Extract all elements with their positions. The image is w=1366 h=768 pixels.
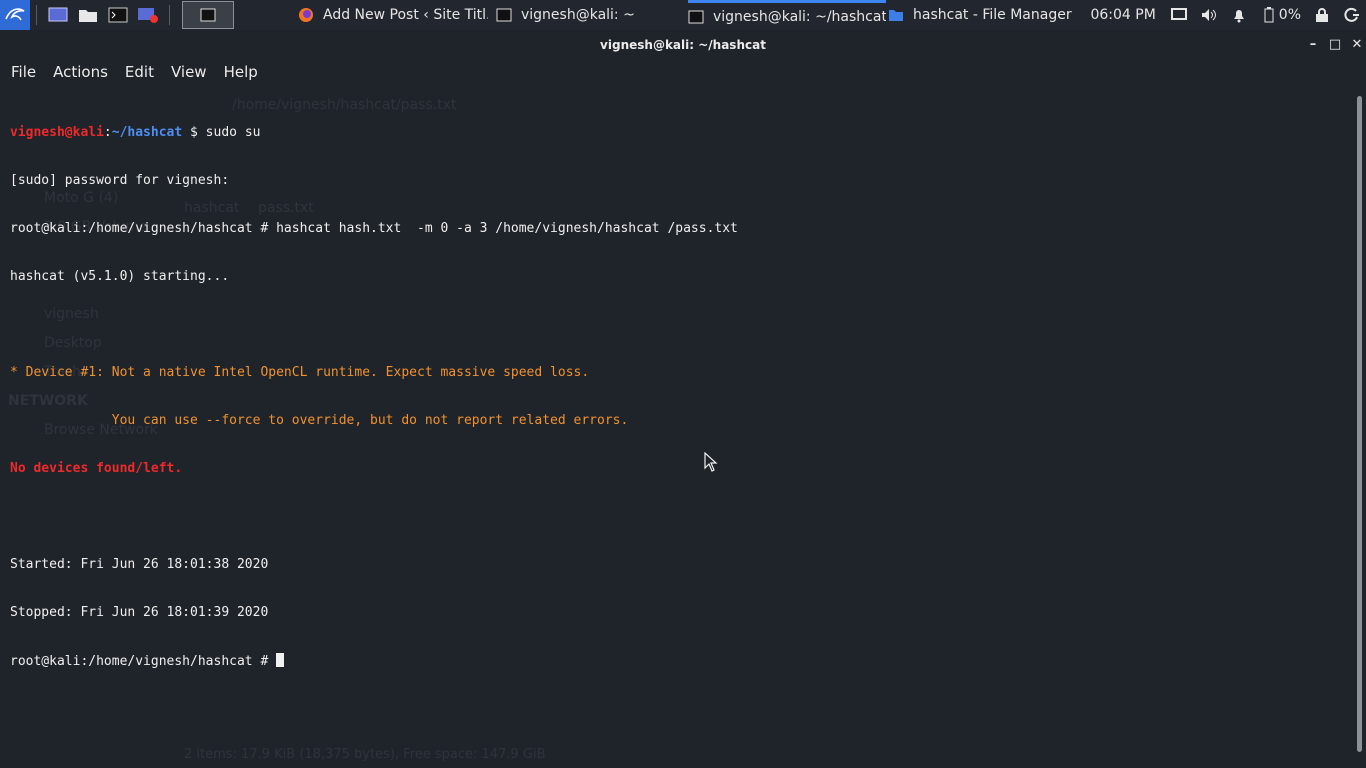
task-file-manager[interactable]: hashcat - File Manager [888,0,1078,30]
prompt-command: $ sudo su [182,125,261,140]
menu-file[interactable]: File [11,63,36,81]
screen-recorder-icon [138,8,158,23]
terminal-icon [200,8,216,22]
terminal-warning-line: You can use --force to override, but do … [10,413,629,428]
taskbar-separator [36,5,37,25]
task-terminal-home[interactable]: vignesh@kali: ~ [496,0,676,30]
notification-bell-icon[interactable] [1231,7,1247,23]
terminal-output[interactable]: vignesh@kali:~/hashcat $ sudo su [sudo] … [10,93,1350,763]
task-label: vignesh@kali: ~ [521,7,635,23]
terminal-warning-line: * Device #1: Not a native Intel OpenCL r… [10,365,590,380]
menu-actions[interactable]: Actions [53,63,108,81]
root-prompt: root@kali:/home/vignesh/hashcat # [10,654,277,669]
terminal-error-line: No devices found/left. [10,461,183,476]
task-label: hashcat - File Manager [913,7,1072,23]
menu-view[interactable]: View [171,63,207,81]
prompt-user: vignesh@kali [10,125,104,140]
prompt-path: ~/hashcat [111,125,183,140]
terminal-icon [108,7,128,23]
folder-icon [79,10,97,22]
system-tray: 06:04 PM 0% [1090,0,1366,30]
clock[interactable]: 06:04 PM [1090,7,1155,23]
window-title: vignesh@kali: ~/hashcat [600,38,766,52]
menu-help[interactable]: Help [224,63,258,81]
battery-icon[interactable] [1261,7,1277,23]
terminal-line: vignesh@kali:~/hashcat $ sudo su [10,125,1350,141]
terminal-line: hashcat (v5.1.0) starting... [10,269,230,284]
terminal-prompt-line: root@kali:/home/vignesh/hashcat # [10,653,1350,669]
kali-menu-button[interactable] [0,0,30,30]
firefox-icon [299,8,313,22]
launcher-screen-recorder[interactable] [137,5,159,25]
terminal-line: Stopped: Fri Jun 26 18:01:39 2020 [10,605,269,620]
menubar: File Actions Edit View Help [0,60,1366,84]
terminal-scrollbar[interactable] [1357,96,1362,752]
terminal-line: root@kali:/home/vignesh/hashcat # hashca… [10,221,738,236]
launcher-desktop[interactable] [47,5,69,25]
desktop-icon [48,7,68,22]
window-titlebar[interactable]: vignesh@kali: ~/hashcat – □ ✕ [0,30,1366,60]
task-terminal-hashcat[interactable]: vignesh@kali: ~/hashcat [688,0,886,30]
close-button[interactable]: ✕ [1346,30,1366,60]
mouse-pointer-icon [704,452,718,472]
launcher-file-manager[interactable] [77,5,99,25]
task-firefox[interactable]: Add New Post ‹ Site Titl... [298,0,488,30]
lock-icon[interactable] [1314,7,1330,23]
minimize-button[interactable]: – [1302,30,1324,60]
volume-icon[interactable] [1201,7,1217,23]
terminal-line: Started: Fri Jun 26 18:01:38 2020 [10,557,269,572]
terminal-icon [496,8,512,22]
folder-icon [889,10,903,21]
terminal-icon [688,10,704,23]
text-cursor [276,653,285,667]
terminal-line: [sudo] password for vignesh: [10,173,230,188]
kali-dragon-icon [5,8,25,21]
task-label: vignesh@kali: ~/hashcat [713,8,886,25]
menu-edit[interactable]: Edit [125,63,154,81]
launcher-terminal[interactable] [107,5,129,25]
maximize-button[interactable]: □ [1324,30,1346,60]
prompt-separator: : [103,125,112,140]
battery-percent: 0% [1278,7,1301,23]
taskbar-separator [169,5,170,25]
logout-icon[interactable] [1344,7,1360,23]
task-label: Add New Post ‹ Site Titl... [323,7,488,23]
workspace-switcher[interactable] [182,1,234,29]
display-icon[interactable] [1170,7,1187,23]
taskbar: Add New Post ‹ Site Titl... vignesh@kali… [0,0,1366,30]
